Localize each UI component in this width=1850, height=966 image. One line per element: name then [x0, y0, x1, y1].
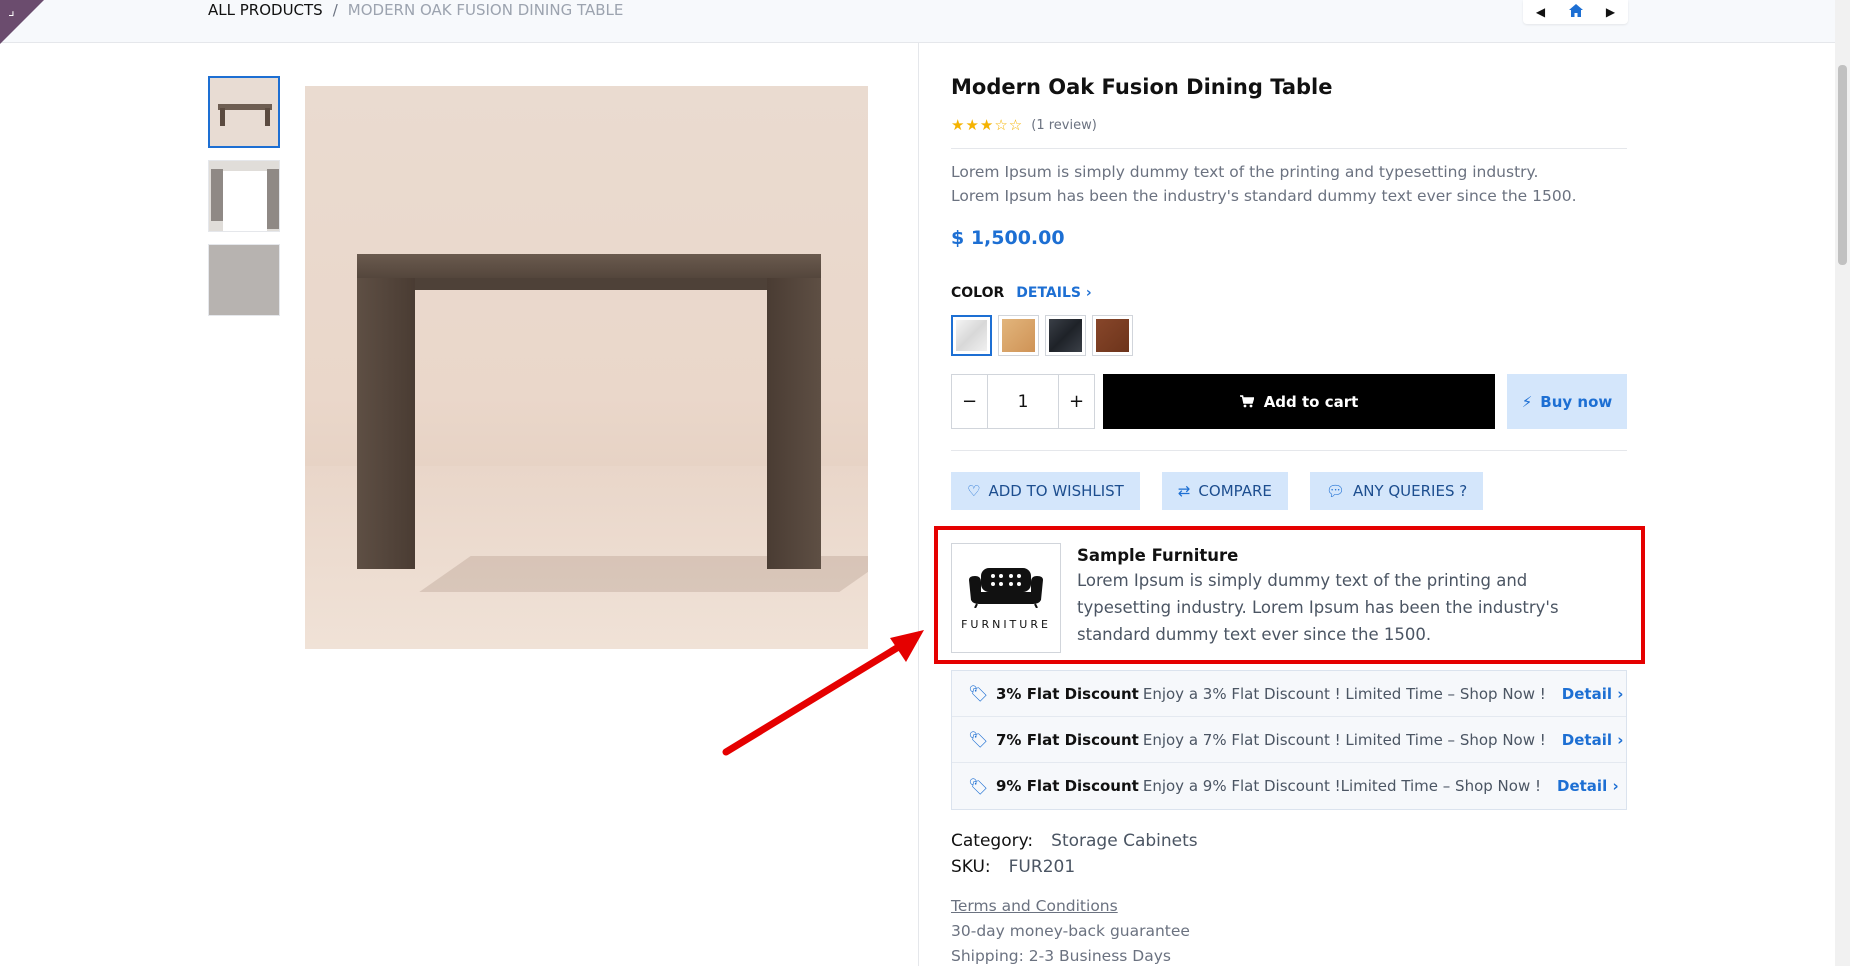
color-swatches	[951, 315, 1133, 356]
thumbnail-2[interactable]	[208, 160, 280, 232]
quantity-input[interactable]: 1	[987, 375, 1059, 428]
discount-row: 🏷︎ 9% Flat Discount Enjoy a 9% Flat Disc…	[952, 763, 1626, 809]
tag-icon: 🏷︎	[968, 776, 989, 796]
buy-now-label: Buy now	[1540, 392, 1613, 411]
wishlist-label: ADD TO WISHLIST	[988, 482, 1124, 500]
terms-link[interactable]: Terms and Conditions	[951, 897, 1118, 915]
discount-detail-link[interactable]: Detail ›	[1562, 731, 1624, 749]
seller-text: Sample Furniture Lorem Ipsum is simply d…	[1077, 543, 1607, 655]
product-thumbnails	[208, 76, 280, 328]
divider	[951, 450, 1627, 451]
add-to-cart-label: Add to cart	[1263, 392, 1359, 411]
discount-text: Enjoy a 3% Flat Discount ! Limited Time …	[1142, 684, 1546, 703]
product-nav-buttons: ◀ ▶	[1523, 0, 1628, 24]
corner-arrow-icon[interactable]: ⌟	[8, 4, 15, 18]
thumbnail-3[interactable]	[208, 244, 280, 316]
tag-icon: 🏷︎	[968, 684, 989, 703]
sofa-icon	[969, 567, 1043, 608]
sku-label: SKU:	[951, 857, 991, 877]
breadcrumb-all-products[interactable]: ALL PRODUCTS	[208, 1, 323, 19]
breadcrumb: ALL PRODUCTS / MODERN OAK FUSION DINING …	[208, 0, 623, 20]
page-scrollbar[interactable]	[1835, 0, 1850, 966]
comment-icon: 💬︎	[1325, 482, 1345, 500]
cart-icon	[1239, 395, 1254, 408]
thumbnail-1[interactable]	[208, 76, 280, 148]
discount-title: 9% Flat Discount	[996, 777, 1139, 795]
category-row: Category: Storage Cabinets	[951, 828, 1198, 854]
quantity-stepper: − 1 +	[951, 374, 1095, 429]
caret-left-icon[interactable]: ◀	[1527, 5, 1555, 19]
any-queries-button[interactable]: 💬︎ ANY QUERIES ?	[1309, 472, 1484, 510]
seller-info: FURNITURE Sample Furniture Lorem Ipsum i…	[951, 543, 1627, 655]
caret-right-icon[interactable]: ▶	[1597, 5, 1625, 19]
scrollbar-thumb[interactable]	[1838, 65, 1847, 265]
guarantee-text: 30-day money-back guarantee	[951, 922, 1190, 940]
swatch-white-marble[interactable]	[951, 315, 992, 356]
heart-icon: ♡	[967, 482, 981, 500]
swatch-light-oak[interactable]	[998, 315, 1039, 356]
color-header: COLOR DETAILS ›	[951, 285, 1092, 301]
tag-icon: 🏷︎	[968, 730, 989, 749]
product-actions: ♡ ADD TO WISHLIST ⇄ COMPARE 💬︎ ANY QUERI…	[951, 472, 1484, 510]
discount-text: Enjoy a 7% Flat Discount ! Limited Time …	[1142, 730, 1546, 749]
swatch-walnut[interactable]	[1092, 315, 1133, 356]
product-description: Lorem Ipsum is simply dummy text of the …	[951, 163, 1577, 205]
product-main-image[interactable]	[305, 86, 868, 649]
qty-decrease-button[interactable]: −	[952, 375, 987, 428]
discount-detail-link[interactable]: Detail ›	[1562, 685, 1624, 703]
queries-label: ANY QUERIES ?	[1352, 482, 1468, 500]
product-rating: ★★★☆☆ (1 review)	[951, 116, 1097, 134]
top-bar: ⌟ ALL PRODUCTS / MODERN OAK FUSION DININ…	[0, 0, 1835, 44]
column-divider	[918, 43, 919, 966]
discount-title: 3% Flat Discount	[996, 684, 1139, 703]
seller-logo-text: FURNITURE	[961, 617, 1051, 631]
qty-increase-button[interactable]: +	[1059, 375, 1094, 428]
discount-detail-link[interactable]: Detail ›	[1557, 777, 1619, 795]
shipping-text: Shipping: 2-3 Business Days	[951, 947, 1171, 965]
seller-name[interactable]: Sample Furniture	[1077, 546, 1607, 565]
swatch-black-marble[interactable]	[1045, 315, 1086, 356]
color-details-link[interactable]: DETAILS ›	[1016, 285, 1091, 301]
star-rating-icon: ★★★☆☆	[951, 116, 1024, 134]
seller-logo[interactable]: FURNITURE	[951, 543, 1061, 653]
discount-title: 7% Flat Discount	[996, 730, 1139, 749]
add-to-cart-button[interactable]: Add to cart	[1103, 374, 1495, 429]
category-label: Category:	[951, 831, 1034, 851]
sku-row: SKU: FUR201	[951, 854, 1198, 880]
divider	[951, 148, 1627, 149]
review-count-link[interactable]: (1 review)	[1031, 118, 1097, 133]
home-icon[interactable]	[1562, 4, 1590, 20]
discount-row: 🏷︎ 7% Flat Discount Enjoy a 7% Flat Disc…	[952, 717, 1626, 763]
buy-now-button[interactable]: ⚡ Buy now	[1507, 374, 1627, 429]
product-title: Modern Oak Fusion Dining Table	[951, 75, 1333, 99]
editor-corner-toggle[interactable]	[0, 0, 44, 44]
product-meta: Category: Storage Cabinets SKU: FUR201	[951, 828, 1198, 880]
bolt-icon: ⚡	[1521, 392, 1533, 411]
product-price: $ 1,500.00	[951, 227, 1065, 249]
add-to-wishlist-button[interactable]: ♡ ADD TO WISHLIST	[951, 472, 1140, 510]
discount-text: Enjoy a 9% Flat Discount !Limited Time –…	[1142, 777, 1542, 795]
discount-row: 🏷︎ 3% Flat Discount Enjoy a 3% Flat Disc…	[952, 671, 1626, 717]
compare-button[interactable]: ⇄ COMPARE	[1161, 472, 1288, 510]
breadcrumb-separator: /	[332, 1, 338, 19]
exchange-icon: ⇄	[1177, 482, 1191, 500]
compare-label: COMPARE	[1198, 482, 1272, 500]
category-value[interactable]: Storage Cabinets	[1051, 831, 1197, 851]
discount-list: 🏷︎ 3% Flat Discount Enjoy a 3% Flat Disc…	[951, 670, 1627, 810]
color-label: COLOR	[951, 285, 1005, 301]
breadcrumb-current: MODERN OAK FUSION DINING TABLE	[347, 1, 624, 19]
seller-description: Lorem Ipsum is simply dummy text of the …	[1077, 571, 1559, 644]
sku-value: FUR201	[1008, 857, 1076, 877]
